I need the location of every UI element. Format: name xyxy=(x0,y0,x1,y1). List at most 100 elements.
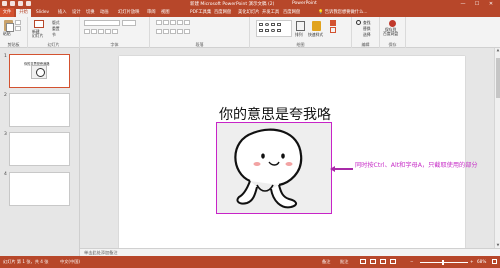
quick-styles-button[interactable]: 快速样式 xyxy=(308,32,323,38)
arrange-icon[interactable] xyxy=(296,21,305,31)
normal-view-icon[interactable] xyxy=(360,259,366,264)
tab-pdf-tools[interactable]: PDF工具集 xyxy=(190,9,211,17)
zoom-slider[interactable] xyxy=(420,262,468,263)
baidu-netdisk-icon[interactable] xyxy=(389,20,396,27)
arrange-button[interactable]: 排列 xyxy=(295,32,303,38)
bullets-icon[interactable] xyxy=(156,20,162,25)
fit-to-window-icon[interactable] xyxy=(492,259,497,264)
zoom-out-icon[interactable]: − xyxy=(410,259,414,264)
slide-count: 幻灯片 第 1 张，共 4 张 xyxy=(3,259,49,264)
font-size-select[interactable] xyxy=(122,20,136,26)
zoom-level[interactable]: 68% xyxy=(477,259,486,264)
window-title: 新建 Microsoft PowerPoint 演示文稿 (2) xyxy=(190,2,275,7)
tab-insert[interactable]: 插入 xyxy=(58,9,67,17)
scroll-thumb[interactable] xyxy=(496,58,500,98)
scroll-up-icon[interactable]: ▲ xyxy=(495,48,500,53)
new-slide-button[interactable]: 新建 幻灯片 xyxy=(31,19,47,38)
shape-outline-icon[interactable] xyxy=(330,27,336,33)
undo-icon[interactable] xyxy=(10,1,15,6)
textbox-icon[interactable] xyxy=(271,23,275,26)
align-right-icon[interactable] xyxy=(170,29,176,34)
strikethrough-icon[interactable] xyxy=(105,29,111,34)
star-icon[interactable] xyxy=(277,29,281,32)
save-to-baidu-button[interactable]: 保存到 百度网盘 xyxy=(383,28,398,36)
slide-thumbnails-pane: 1 你的意思是夸我咯 2 3 4 xyxy=(0,48,80,258)
justify-icon[interactable] xyxy=(177,29,183,34)
vertical-scrollbar[interactable]: ▲ ▼ xyxy=(494,48,500,248)
tab-review[interactable]: 审阅 xyxy=(147,9,156,17)
slide-title[interactable]: 你的意思是夸我咯 xyxy=(219,104,331,124)
section-button[interactable]: 节 xyxy=(52,32,56,38)
bold-icon[interactable] xyxy=(84,29,90,34)
quick-styles-icon[interactable] xyxy=(312,21,321,31)
shape-fill-icon[interactable] xyxy=(330,20,336,26)
slide-thumbnail-4[interactable] xyxy=(9,172,70,206)
slide-thumbnail-1[interactable]: 你的意思是夸我咯 xyxy=(9,54,70,88)
increase-indent-icon[interactable] xyxy=(177,20,183,25)
save-icon[interactable] xyxy=(2,1,7,6)
oval-icon[interactable] xyxy=(265,23,269,26)
slide-thumbnail-3[interactable] xyxy=(9,132,70,166)
triangle-icon[interactable] xyxy=(265,29,269,32)
tab-beautify[interactable]: 美化幻灯片 xyxy=(238,9,259,17)
slide-thumbnail-2[interactable] xyxy=(9,93,70,127)
tab-design[interactable]: 设计 xyxy=(72,9,81,17)
columns-icon[interactable] xyxy=(184,29,190,34)
thumb-number: 1 xyxy=(4,54,7,59)
comments-toggle[interactable]: 批注 xyxy=(340,259,348,265)
tab-home[interactable]: 开始 xyxy=(16,9,31,17)
select-button[interactable]: 选择 xyxy=(363,32,371,38)
annotation-arrow-line xyxy=(333,168,353,170)
tab-baidu-netdisk[interactable]: 百度网盘 xyxy=(214,9,231,17)
tab-baidu-netdisk-2[interactable]: 百度网盘 xyxy=(283,9,300,17)
line-spacing-icon[interactable] xyxy=(184,20,190,25)
tab-developer[interactable]: 开发工具 xyxy=(262,9,279,17)
slide-sorter-icon[interactable] xyxy=(370,259,376,264)
tab-slideshow[interactable]: 幻灯片放映 xyxy=(118,9,139,17)
minimize-button[interactable]: — xyxy=(456,0,470,8)
align-center-icon[interactable] xyxy=(163,29,169,34)
line-icon[interactable] xyxy=(277,23,281,26)
language-indicator[interactable]: 中文(中国) xyxy=(60,259,80,265)
font-name-select[interactable] xyxy=(84,20,120,26)
decrease-indent-icon[interactable] xyxy=(170,20,176,25)
copy-icon[interactable] xyxy=(15,26,21,31)
close-button[interactable]: ✕ xyxy=(484,0,498,8)
zoom-in-icon[interactable]: + xyxy=(470,259,474,264)
rectangle-icon[interactable] xyxy=(259,23,263,26)
group-drawing: 排列 快速样式 绘图 xyxy=(250,17,352,48)
numbering-icon[interactable] xyxy=(163,20,169,25)
maximize-button[interactable]: ☐ xyxy=(470,0,484,8)
underline-icon[interactable] xyxy=(98,29,104,34)
current-slide[interactable]: 你的意思是夸我咯 xyxy=(119,56,465,248)
align-left-icon[interactable] xyxy=(156,29,162,34)
selected-picture[interactable] xyxy=(216,122,332,214)
thumb-number: 4 xyxy=(4,172,7,177)
reading-view-icon[interactable] xyxy=(380,259,386,264)
quick-access-toolbar xyxy=(2,1,31,6)
group-slides: 新建 幻灯片 版式 重置 节 幻灯片 xyxy=(28,17,80,48)
rounded-rect-icon[interactable] xyxy=(271,29,275,32)
present-icon[interactable] xyxy=(26,1,31,6)
tab-transitions[interactable]: 切换 xyxy=(86,9,95,17)
slideshow-view-icon[interactable] xyxy=(390,259,396,264)
tab-view[interactable]: 视图 xyxy=(161,9,170,17)
tab-animations[interactable]: 动画 xyxy=(100,9,109,17)
tell-me-box[interactable]: 💡 告诉我您想要做什么... xyxy=(318,9,368,15)
app-name: PowerPoint xyxy=(292,1,317,6)
notes-pane[interactable]: 单击此处添加备注 xyxy=(80,248,500,256)
shapes-gallery[interactable] xyxy=(256,20,292,37)
redo-icon[interactable] xyxy=(18,1,23,6)
font-color-icon[interactable] xyxy=(112,29,118,34)
cut-icon[interactable] xyxy=(15,20,21,25)
title-bar: 新建 Microsoft PowerPoint 演示文稿 (2) PowerPo… xyxy=(0,0,500,8)
arrow-shape-icon[interactable] xyxy=(259,29,263,32)
notes-toggle[interactable]: 备注 xyxy=(322,259,330,265)
tab-file[interactable]: 文件 xyxy=(0,8,14,17)
italic-icon[interactable] xyxy=(91,29,97,34)
find-icon[interactable] xyxy=(356,20,361,25)
lightbulb-icon: 💡 xyxy=(318,10,324,15)
paste-button[interactable]: 粘贴 xyxy=(2,19,14,36)
tab-slidev[interactable]: Slidev xyxy=(36,9,49,17)
zoom-slider-knob[interactable] xyxy=(442,260,444,265)
